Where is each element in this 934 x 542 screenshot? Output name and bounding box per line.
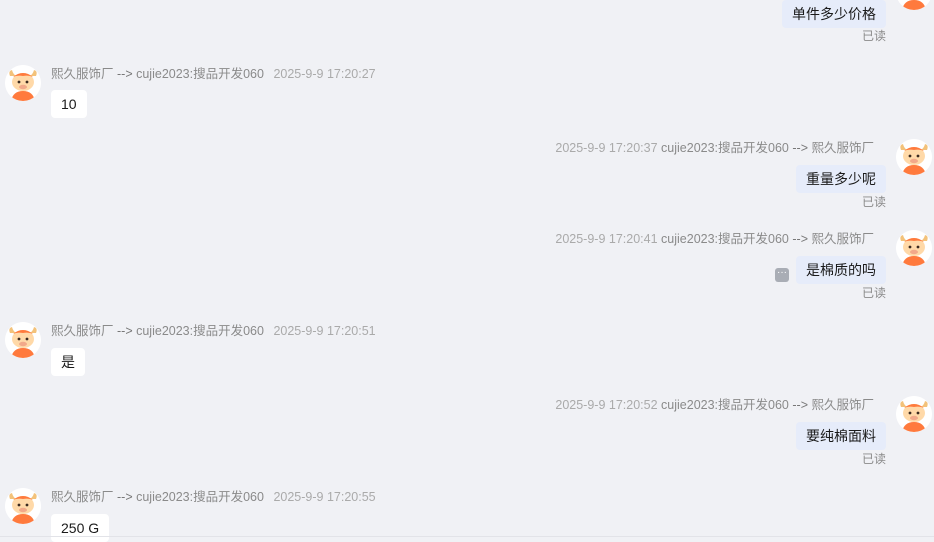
message-bubble: 重量多少呢 — [796, 165, 886, 193]
sender-name: cujie2023:搜品开发060 — [661, 398, 789, 412]
avatar[interactable] — [5, 488, 41, 524]
read-status: 已读 — [861, 29, 886, 43]
recipient-name: 熙久服饰厂 — [811, 398, 874, 412]
read-status: 已读 — [861, 286, 886, 300]
message-meta: 2025-9-9 17:20:52 cujie2023:搜品开发060 --> … — [555, 397, 874, 413]
message-time: 2025-9-9 17:20:52 — [555, 398, 658, 412]
sender-name: 熙久服饰厂 — [51, 67, 114, 81]
route-arrow: --> — [792, 141, 808, 155]
message-bubble: 是 — [51, 348, 85, 376]
route-arrow: --> — [117, 324, 133, 338]
avatar[interactable] — [5, 322, 41, 358]
route-arrow: --> — [792, 398, 808, 412]
read-status: 已读 — [861, 195, 886, 209]
message-time: 2025-9-9 17:20:37 — [555, 141, 658, 155]
route-arrow: --> — [117, 67, 133, 81]
avatar[interactable] — [896, 0, 932, 10]
message-time: 2025-9-9 17:20:27 — [273, 67, 376, 81]
bull-avatar-icon — [896, 230, 932, 266]
message-time: 2025-9-9 17:20:55 — [273, 490, 376, 504]
ellipsis-icon: ··· — [777, 267, 787, 278]
avatar[interactable] — [896, 396, 932, 432]
recipient-name: 熙久服饰厂 — [811, 232, 874, 246]
recipient-name: cujie2023:搜品开发060 — [136, 490, 264, 504]
message-bubble: 是棉质的吗 — [796, 256, 886, 284]
bull-avatar-icon — [5, 65, 41, 101]
route-arrow: --> — [792, 232, 808, 246]
message-bubble: 10 — [51, 90, 87, 118]
chat-message-list[interactable]: 单件多少价格 已读 熙久服饰厂 --> cujie2023:搜品开发060 20… — [0, 0, 934, 542]
read-status: 已读 — [861, 452, 886, 466]
message-meta: 2025-9-9 17:20:41 cujie2023:搜品开发060 --> … — [555, 231, 874, 247]
avatar[interactable] — [5, 65, 41, 101]
message-meta: 熙久服饰厂 --> cujie2023:搜品开发060 2025-9-9 17:… — [51, 489, 376, 505]
message-bubble: 250 G — [51, 514, 110, 542]
recipient-name: cujie2023:搜品开发060 — [136, 324, 264, 338]
message-meta: 熙久服饰厂 --> cujie2023:搜品开发060 2025-9-9 17:… — [51, 323, 376, 339]
bull-avatar-icon — [896, 139, 932, 175]
message-time: 2025-9-9 17:20:51 — [273, 324, 376, 338]
message-more-button[interactable]: ··· — [775, 268, 789, 282]
message-meta: 2025-9-9 17:20:37 cujie2023:搜品开发060 --> … — [555, 140, 874, 156]
bull-avatar-icon — [896, 396, 932, 432]
bull-avatar-icon — [897, 0, 931, 10]
message-bubble: 要纯棉面料 — [796, 422, 886, 450]
message-meta: 熙久服饰厂 --> cujie2023:搜品开发060 2025-9-9 17:… — [51, 66, 376, 82]
bull-avatar-icon — [5, 322, 41, 358]
sender-name: cujie2023:搜品开发060 — [661, 141, 789, 155]
avatar[interactable] — [896, 230, 932, 266]
route-arrow: --> — [117, 490, 133, 504]
sender-name: 熙久服饰厂 — [51, 324, 114, 338]
sender-name: cujie2023:搜品开发060 — [661, 232, 789, 246]
recipient-name: 熙久服饰厂 — [811, 141, 874, 155]
sender-name: 熙久服饰厂 — [51, 490, 114, 504]
bull-avatar-icon — [5, 488, 41, 524]
recipient-name: cujie2023:搜品开发060 — [136, 67, 264, 81]
avatar[interactable] — [896, 139, 932, 175]
message-bubble: 单件多少价格 — [782, 0, 886, 28]
message-time: 2025-9-9 17:20:41 — [555, 232, 658, 246]
